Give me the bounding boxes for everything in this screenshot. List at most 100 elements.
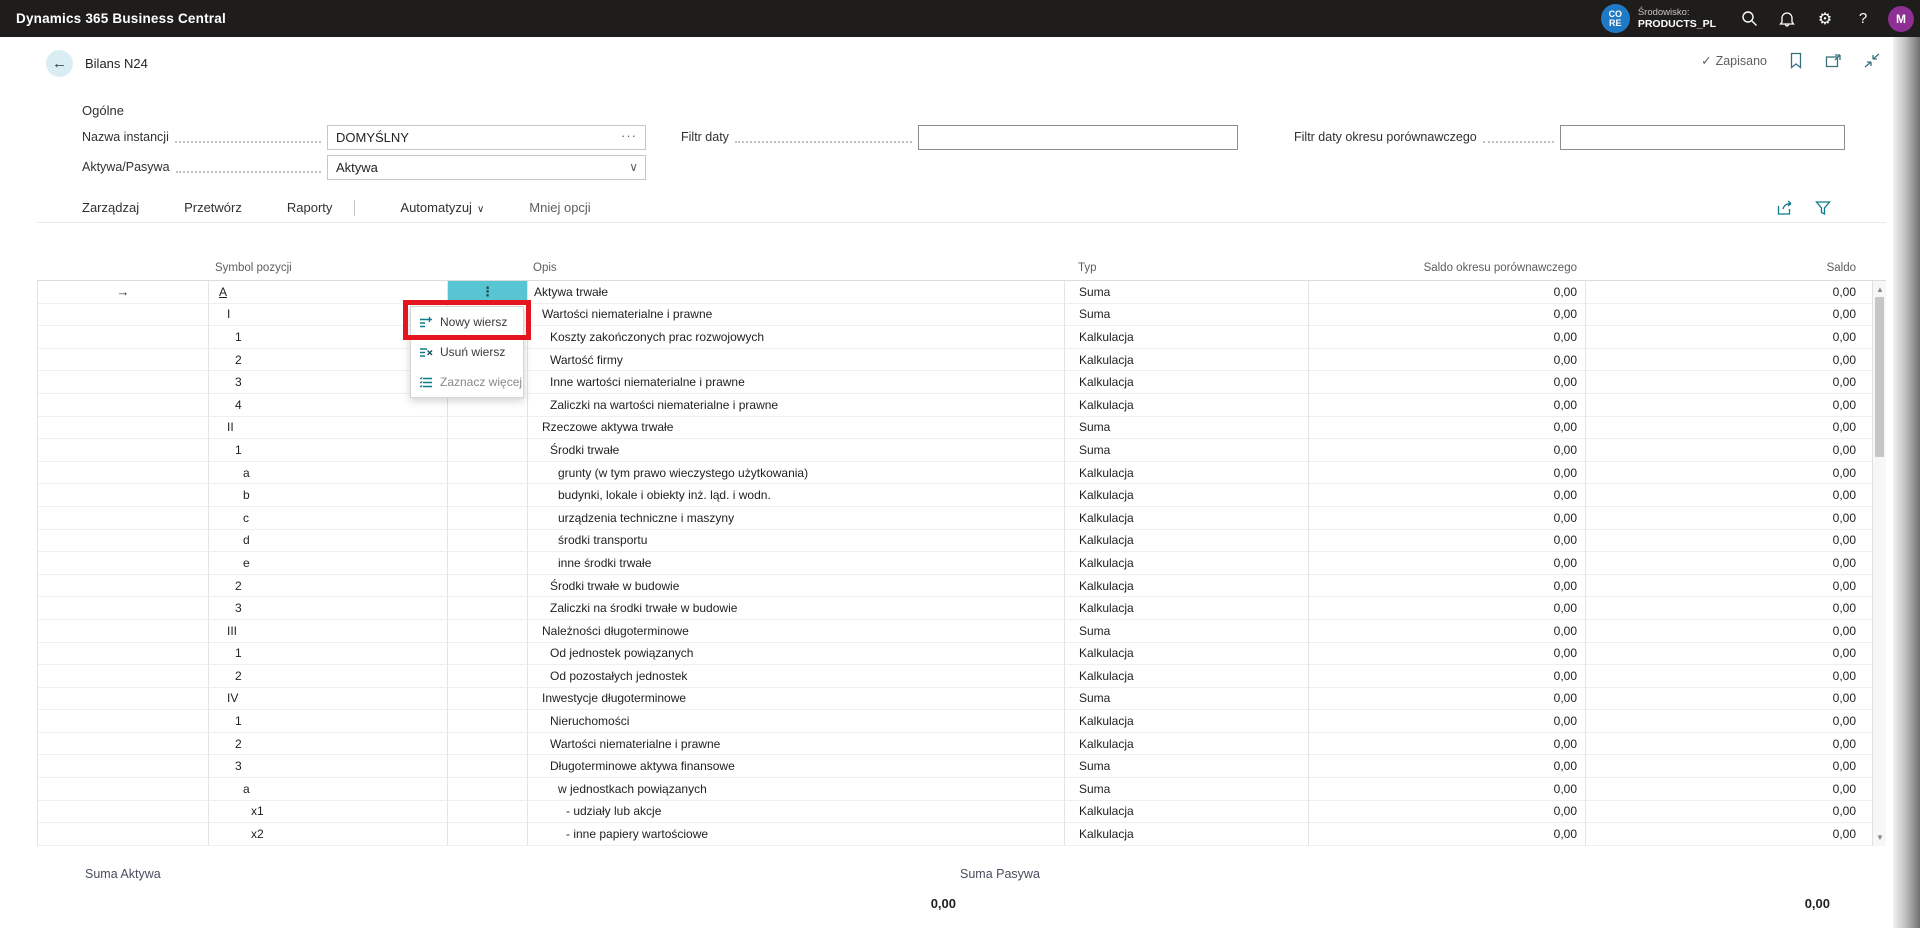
- row-menu-cell[interactable]: [448, 484, 528, 507]
- table-row[interactable]: I Wartości niematerialne i prawne Suma 0…: [38, 304, 1886, 327]
- saldo-cell[interactable]: 0,00: [1586, 778, 1873, 801]
- row-menu-cell[interactable]: [448, 462, 528, 485]
- row-menu-cell[interactable]: [448, 823, 528, 846]
- saldo-por-cell[interactable]: 0,00: [1309, 462, 1586, 485]
- scrollbar-thumb[interactable]: [1875, 297, 1884, 457]
- saldo-por-cell[interactable]: 0,00: [1309, 439, 1586, 462]
- table-row[interactable]: c urządzenia techniczne i maszyny Kalkul…: [38, 507, 1886, 530]
- toolbar-item-automatyzuj[interactable]: Automatyzuj∨: [400, 200, 484, 215]
- column-header-symbol[interactable]: Symbol pozycji: [208, 262, 447, 274]
- row-menu-cell[interactable]: [448, 417, 528, 440]
- symbol-cell[interactable]: 1: [209, 710, 448, 733]
- saldo-por-cell[interactable]: 0,00: [1309, 755, 1586, 778]
- symbol-cell[interactable]: x2: [209, 823, 448, 846]
- saldo-cell[interactable]: 0,00: [1586, 304, 1873, 327]
- table-row[interactable]: 3 Inne wartości niematerialne i prawne K…: [38, 371, 1886, 394]
- saldo-cell[interactable]: 0,00: [1586, 281, 1873, 304]
- notifications-bell-icon[interactable]: [1768, 0, 1806, 37]
- symbol-cell[interactable]: a: [209, 778, 448, 801]
- symbol-cell[interactable]: 2: [209, 665, 448, 688]
- saldo-por-cell[interactable]: 0,00: [1309, 710, 1586, 733]
- symbol-cell[interactable]: d: [209, 530, 448, 553]
- column-header-saldo-por[interactable]: Saldo okresu porównawczego: [1308, 262, 1585, 274]
- saldo-por-cell[interactable]: 0,00: [1309, 304, 1586, 327]
- table-row[interactable]: a w jednostkach powiązanych Suma 0,00 0,…: [38, 778, 1886, 801]
- open-in-new-window-icon[interactable]: [1825, 53, 1842, 68]
- opis-cell[interactable]: Aktywa trwałe: [528, 281, 1065, 304]
- aktywa-pasywa-select[interactable]: Aktywa ∨: [327, 155, 646, 180]
- column-header-saldo[interactable]: Saldo: [1585, 262, 1872, 274]
- symbol-cell[interactable]: II: [209, 417, 448, 440]
- symbol-cell[interactable]: x1: [209, 801, 448, 824]
- row-menu-cell[interactable]: [448, 552, 528, 575]
- table-row[interactable]: 4 Zaliczki na wartości niematerialne i p…: [38, 394, 1886, 417]
- row-menu-cell[interactable]: [448, 778, 528, 801]
- saldo-por-cell[interactable]: 0,00: [1309, 281, 1586, 304]
- menu-item-nowy-wiersz[interactable]: Nowy wiersz: [411, 307, 523, 337]
- toolbar-item-mniej-opcji[interactable]: Mniej opcji: [529, 200, 590, 215]
- scroll-down-icon[interactable]: ▼: [1873, 833, 1887, 842]
- symbol-cell[interactable]: 2: [209, 733, 448, 756]
- typ-cell[interactable]: Kalkulacja: [1065, 597, 1309, 620]
- typ-cell[interactable]: Suma: [1065, 439, 1309, 462]
- saldo-cell[interactable]: 0,00: [1586, 801, 1873, 824]
- typ-cell[interactable]: Kalkulacja: [1065, 710, 1309, 733]
- saldo-por-cell[interactable]: 0,00: [1309, 597, 1586, 620]
- saldo-cell[interactable]: 0,00: [1586, 643, 1873, 666]
- saldo-por-cell[interactable]: 0,00: [1309, 417, 1586, 440]
- typ-cell[interactable]: Kalkulacja: [1065, 530, 1309, 553]
- page-scrollbar[interactable]: [1893, 37, 1920, 928]
- table-row[interactable]: II Rzeczowe aktywa trwałe Suma 0,00 0,00: [38, 417, 1886, 440]
- saldo-por-cell[interactable]: 0,00: [1309, 665, 1586, 688]
- row-menu-cell[interactable]: [448, 530, 528, 553]
- column-header-opis[interactable]: Opis: [527, 262, 1064, 274]
- assist-edit-button[interactable]: ···: [617, 128, 641, 143]
- opis-cell[interactable]: Wartość firmy: [528, 349, 1065, 372]
- table-row[interactable]: b budynki, lokale i obiekty inż. ląd. i …: [38, 484, 1886, 507]
- instance-name-input[interactable]: [328, 126, 645, 149]
- bookmark-icon[interactable]: [1789, 52, 1803, 69]
- typ-cell[interactable]: Kalkulacja: [1065, 326, 1309, 349]
- saldo-cell[interactable]: 0,00: [1586, 710, 1873, 733]
- saldo-cell[interactable]: 0,00: [1586, 665, 1873, 688]
- saldo-cell[interactable]: 0,00: [1586, 371, 1873, 394]
- table-row[interactable]: III Należności długoterminowe Suma 0,00 …: [38, 620, 1886, 643]
- opis-cell[interactable]: budynki, lokale i obiekty inż. ląd. i wo…: [528, 484, 1065, 507]
- saldo-por-cell[interactable]: 0,00: [1309, 530, 1586, 553]
- saldo-por-cell[interactable]: 0,00: [1309, 778, 1586, 801]
- settings-gear-icon[interactable]: ⚙: [1806, 0, 1844, 37]
- table-row[interactable]: d środki transportu Kalkulacja 0,00 0,00: [38, 530, 1886, 553]
- opis-cell[interactable]: urządzenia techniczne i maszyny: [528, 507, 1065, 530]
- typ-cell[interactable]: Suma: [1065, 755, 1309, 778]
- typ-cell[interactable]: Kalkulacja: [1065, 575, 1309, 598]
- saldo-cell[interactable]: 0,00: [1586, 326, 1873, 349]
- opis-cell[interactable]: inne środki trwałe: [528, 552, 1065, 575]
- back-button[interactable]: ←: [46, 50, 73, 77]
- symbol-cell[interactable]: a: [209, 462, 448, 485]
- opis-cell[interactable]: Inwestycje długoterminowe: [528, 688, 1065, 711]
- symbol-cell[interactable]: b: [209, 484, 448, 507]
- scroll-up-icon[interactable]: ▲: [1873, 285, 1887, 294]
- table-row[interactable]: 2 Wartości niematerialne i prawne Kalkul…: [38, 733, 1886, 756]
- saldo-cell[interactable]: 0,00: [1586, 484, 1873, 507]
- saldo-por-cell[interactable]: 0,00: [1309, 643, 1586, 666]
- avatar[interactable]: M: [1888, 6, 1914, 32]
- opis-cell[interactable]: - inne papiery wartościowe: [528, 823, 1065, 846]
- table-row[interactable]: 1 Od jednostek powiązanych Kalkulacja 0,…: [38, 643, 1886, 666]
- opis-cell[interactable]: Należności długoterminowe: [528, 620, 1065, 643]
- saldo-por-cell[interactable]: 0,00: [1309, 620, 1586, 643]
- row-menu-cell[interactable]: [448, 643, 528, 666]
- typ-cell[interactable]: Suma: [1065, 417, 1309, 440]
- column-header-typ[interactable]: Typ: [1064, 262, 1308, 274]
- saldo-por-cell[interactable]: 0,00: [1309, 326, 1586, 349]
- table-row[interactable]: 3 Długoterminowe aktywa finansowe Suma 0…: [38, 755, 1886, 778]
- symbol-cell[interactable]: 3: [209, 755, 448, 778]
- saldo-por-cell[interactable]: 0,00: [1309, 733, 1586, 756]
- row-menu-cell[interactable]: [448, 597, 528, 620]
- opis-cell[interactable]: w jednostkach powiązanych: [528, 778, 1065, 801]
- saldo-por-cell[interactable]: 0,00: [1309, 688, 1586, 711]
- toolbar-item-raporty[interactable]: Raporty: [287, 200, 333, 215]
- saldo-cell[interactable]: 0,00: [1586, 733, 1873, 756]
- comparison-date-filter-input[interactable]: [1561, 126, 1844, 149]
- table-row[interactable]: x2 - inne papiery wartościowe Kalkulacja…: [38, 823, 1886, 846]
